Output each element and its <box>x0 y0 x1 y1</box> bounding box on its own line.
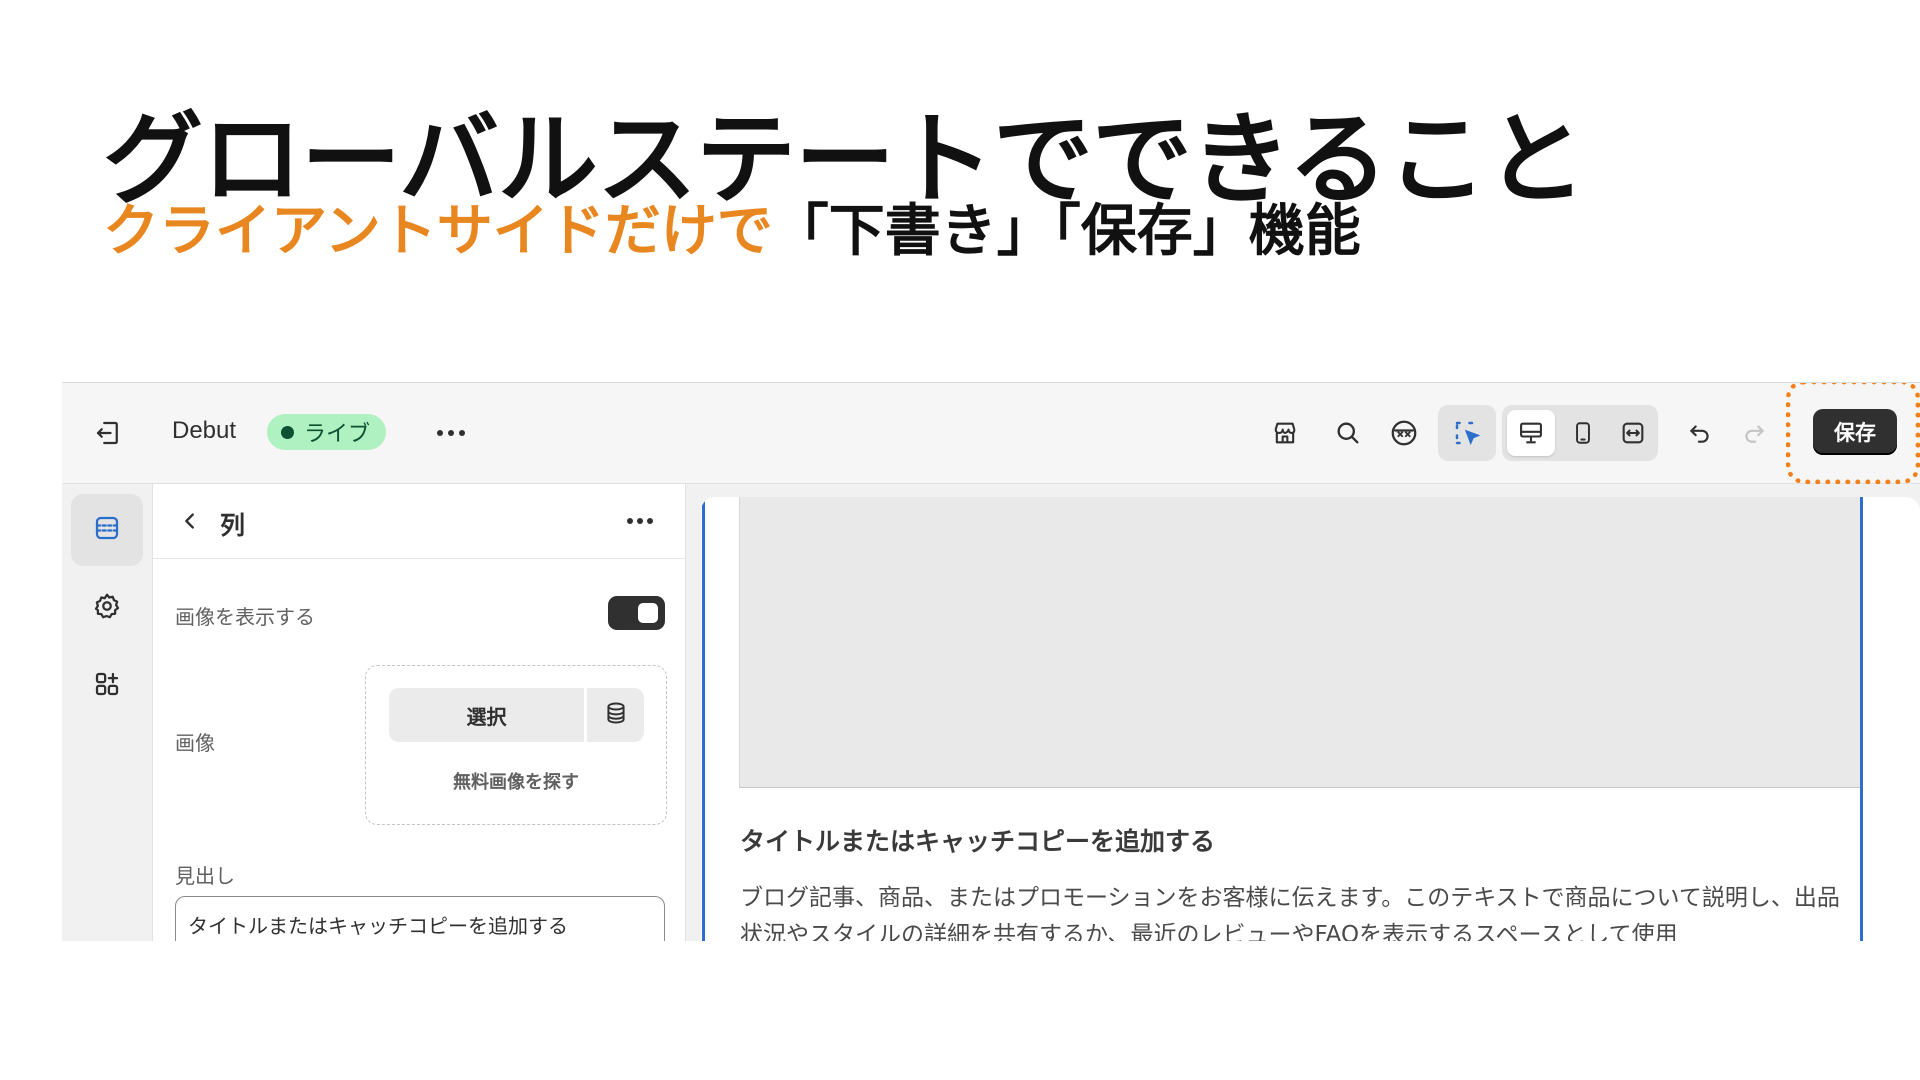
subtitle-accent: クライアントサイドだけで <box>103 199 773 264</box>
toggle-knob <box>638 603 658 623</box>
show-image-toggle[interactable] <box>608 596 665 630</box>
sidebar-item-settings[interactable] <box>71 572 143 644</box>
preview-canvas: タイトルまたはキャッチコピーを追加する ブログ記事、商品、またはプロモーションを… <box>701 497 1920 941</box>
undo-icon[interactable] <box>1681 414 1719 452</box>
status-dot <box>281 425 294 439</box>
settings-panel: 列 画像を表示する 画像 選択 無料画像を探す 見出し タイトルまたはキャッチコ… <box>153 484 686 941</box>
select-element-icon[interactable] <box>1448 414 1486 452</box>
panel-more-icon[interactable] <box>620 506 660 536</box>
preview-heading[interactable]: タイトルまたはキャッチコピーを追加する <box>740 822 1215 858</box>
heading-label: 見出し <box>175 864 235 888</box>
slide-subtitle: クライアントサイドだけで「下書き」「保存」機能 <box>103 186 1361 267</box>
media-library-button[interactable] <box>587 688 644 742</box>
save-button[interactable]: 保存 <box>1813 409 1897 455</box>
apps-icon <box>92 669 122 703</box>
status-badge: ライブ <box>267 414 387 450</box>
selected-block-outline <box>702 497 1863 941</box>
free-images-link[interactable]: 無料画像を探す <box>366 768 666 794</box>
status-badge-label: ライブ <box>304 422 371 447</box>
panel-header: 列 <box>153 484 685 559</box>
settings-icon <box>92 591 122 625</box>
image-picker: 選択 無料画像を探す <box>365 665 667 825</box>
editor-sidebar-rail <box>62 484 153 941</box>
fullscreen-icon[interactable] <box>1614 414 1652 452</box>
heading-input[interactable]: タイトルまたはキャッチコピーを追加する <box>175 896 665 941</box>
panel-title: 列 <box>220 511 246 540</box>
store-icon[interactable] <box>1266 414 1304 452</box>
preview-body[interactable]: ブログ記事、商品、またはプロモーションをお客様に伝えます。このテキストで商品につ… <box>740 880 1855 941</box>
sidebar-item-sections[interactable] <box>71 494 143 566</box>
inspector-icon[interactable] <box>1385 414 1423 452</box>
search-icon[interactable] <box>1329 414 1367 452</box>
show-image-label: 画像を表示する <box>175 605 315 629</box>
theme-editor-screenshot: Debut ライブ 保存 列 画像を表示する 画像 選択 無料画像を探す 見出し… <box>62 382 1920 941</box>
sidebar-item-apps[interactable] <box>71 650 143 722</box>
select-image-button[interactable]: 選択 <box>389 688 584 742</box>
theme-name: Debut <box>172 417 237 444</box>
database-icon <box>603 700 629 730</box>
exit-icon[interactable] <box>90 415 126 451</box>
back-chevron-icon[interactable] <box>173 504 207 538</box>
subtitle-rest: 「下書き」「保存」機能 <box>772 199 1361 264</box>
image-label: 画像 <box>175 731 215 755</box>
redo-icon[interactable] <box>1735 414 1773 452</box>
more-options-icon[interactable] <box>431 415 471 451</box>
desktop-icon[interactable] <box>1512 414 1550 452</box>
editor-topbar: Debut ライブ 保存 <box>62 383 1920 484</box>
mobile-icon[interactable] <box>1564 414 1602 452</box>
sections-icon <box>92 513 122 547</box>
